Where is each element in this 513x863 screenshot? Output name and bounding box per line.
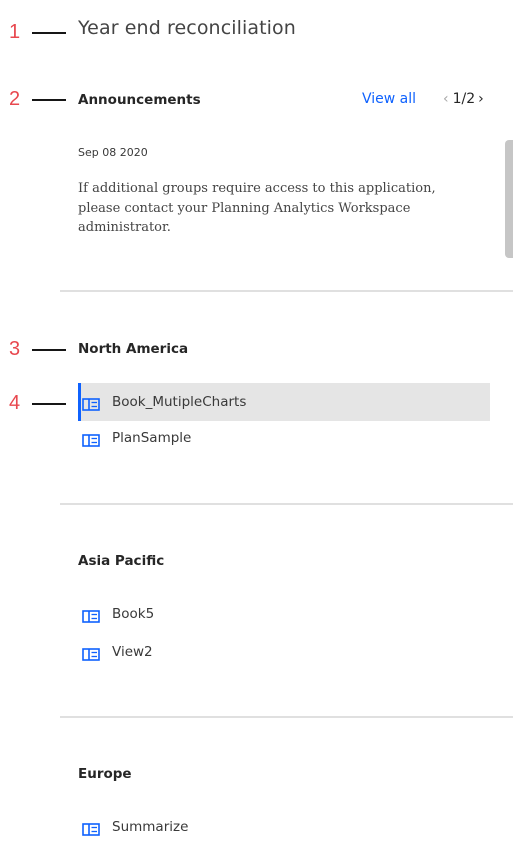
announcement-pager: ‹ 1/2 › bbox=[443, 91, 484, 107]
group-title-europe: Europe bbox=[78, 766, 132, 782]
page-title: Year end reconciliation bbox=[78, 17, 296, 39]
book-icon bbox=[82, 396, 100, 411]
list-item-book-mutiplecharts[interactable]: Book_MutipleCharts bbox=[78, 383, 490, 421]
callout-number: 3 bbox=[9, 338, 21, 360]
group-title-asia-pacific: Asia Pacific bbox=[78, 553, 165, 569]
chevron-left-icon[interactable]: ‹ bbox=[443, 91, 449, 107]
book-icon bbox=[82, 608, 100, 623]
divider bbox=[60, 503, 513, 505]
announcement-scrollbar[interactable] bbox=[505, 140, 513, 258]
callout-line bbox=[32, 99, 66, 101]
divider bbox=[60, 290, 513, 292]
chevron-right-icon[interactable]: › bbox=[478, 91, 484, 107]
callout-number: 1 bbox=[9, 21, 21, 43]
list-item-book5[interactable]: Book5 bbox=[78, 595, 490, 633]
callout-line bbox=[32, 403, 66, 405]
book-icon bbox=[82, 821, 100, 836]
list-item-plansample[interactable]: PlanSample bbox=[78, 419, 490, 457]
list-item-summarize[interactable]: Summarize bbox=[78, 808, 490, 846]
callout-number: 2 bbox=[9, 88, 21, 110]
list-item-label: Summarize bbox=[112, 819, 189, 835]
book-icon bbox=[82, 646, 100, 661]
list-item-label: Book_MutipleCharts bbox=[112, 394, 247, 410]
callout-line bbox=[32, 32, 66, 34]
announcements-title: Announcements bbox=[78, 92, 201, 108]
group-title-north-america: North America bbox=[78, 341, 189, 357]
view-all-link[interactable]: View all bbox=[362, 91, 416, 107]
list-item-label: Book5 bbox=[112, 606, 155, 622]
list-item-label: PlanSample bbox=[112, 430, 192, 446]
callout-line bbox=[32, 349, 66, 351]
announcement-date: Sep 08 2020 bbox=[78, 146, 148, 159]
list-item-label: View2 bbox=[112, 644, 153, 660]
list-item-view2[interactable]: View2 bbox=[78, 633, 490, 671]
pager-current: 1 bbox=[452, 91, 462, 107]
pager-total: 2 bbox=[466, 91, 476, 107]
book-icon bbox=[82, 432, 100, 447]
announcement-text: If additional groups require access to t… bbox=[78, 181, 436, 235]
callout-number: 4 bbox=[9, 392, 21, 414]
divider bbox=[60, 716, 513, 718]
